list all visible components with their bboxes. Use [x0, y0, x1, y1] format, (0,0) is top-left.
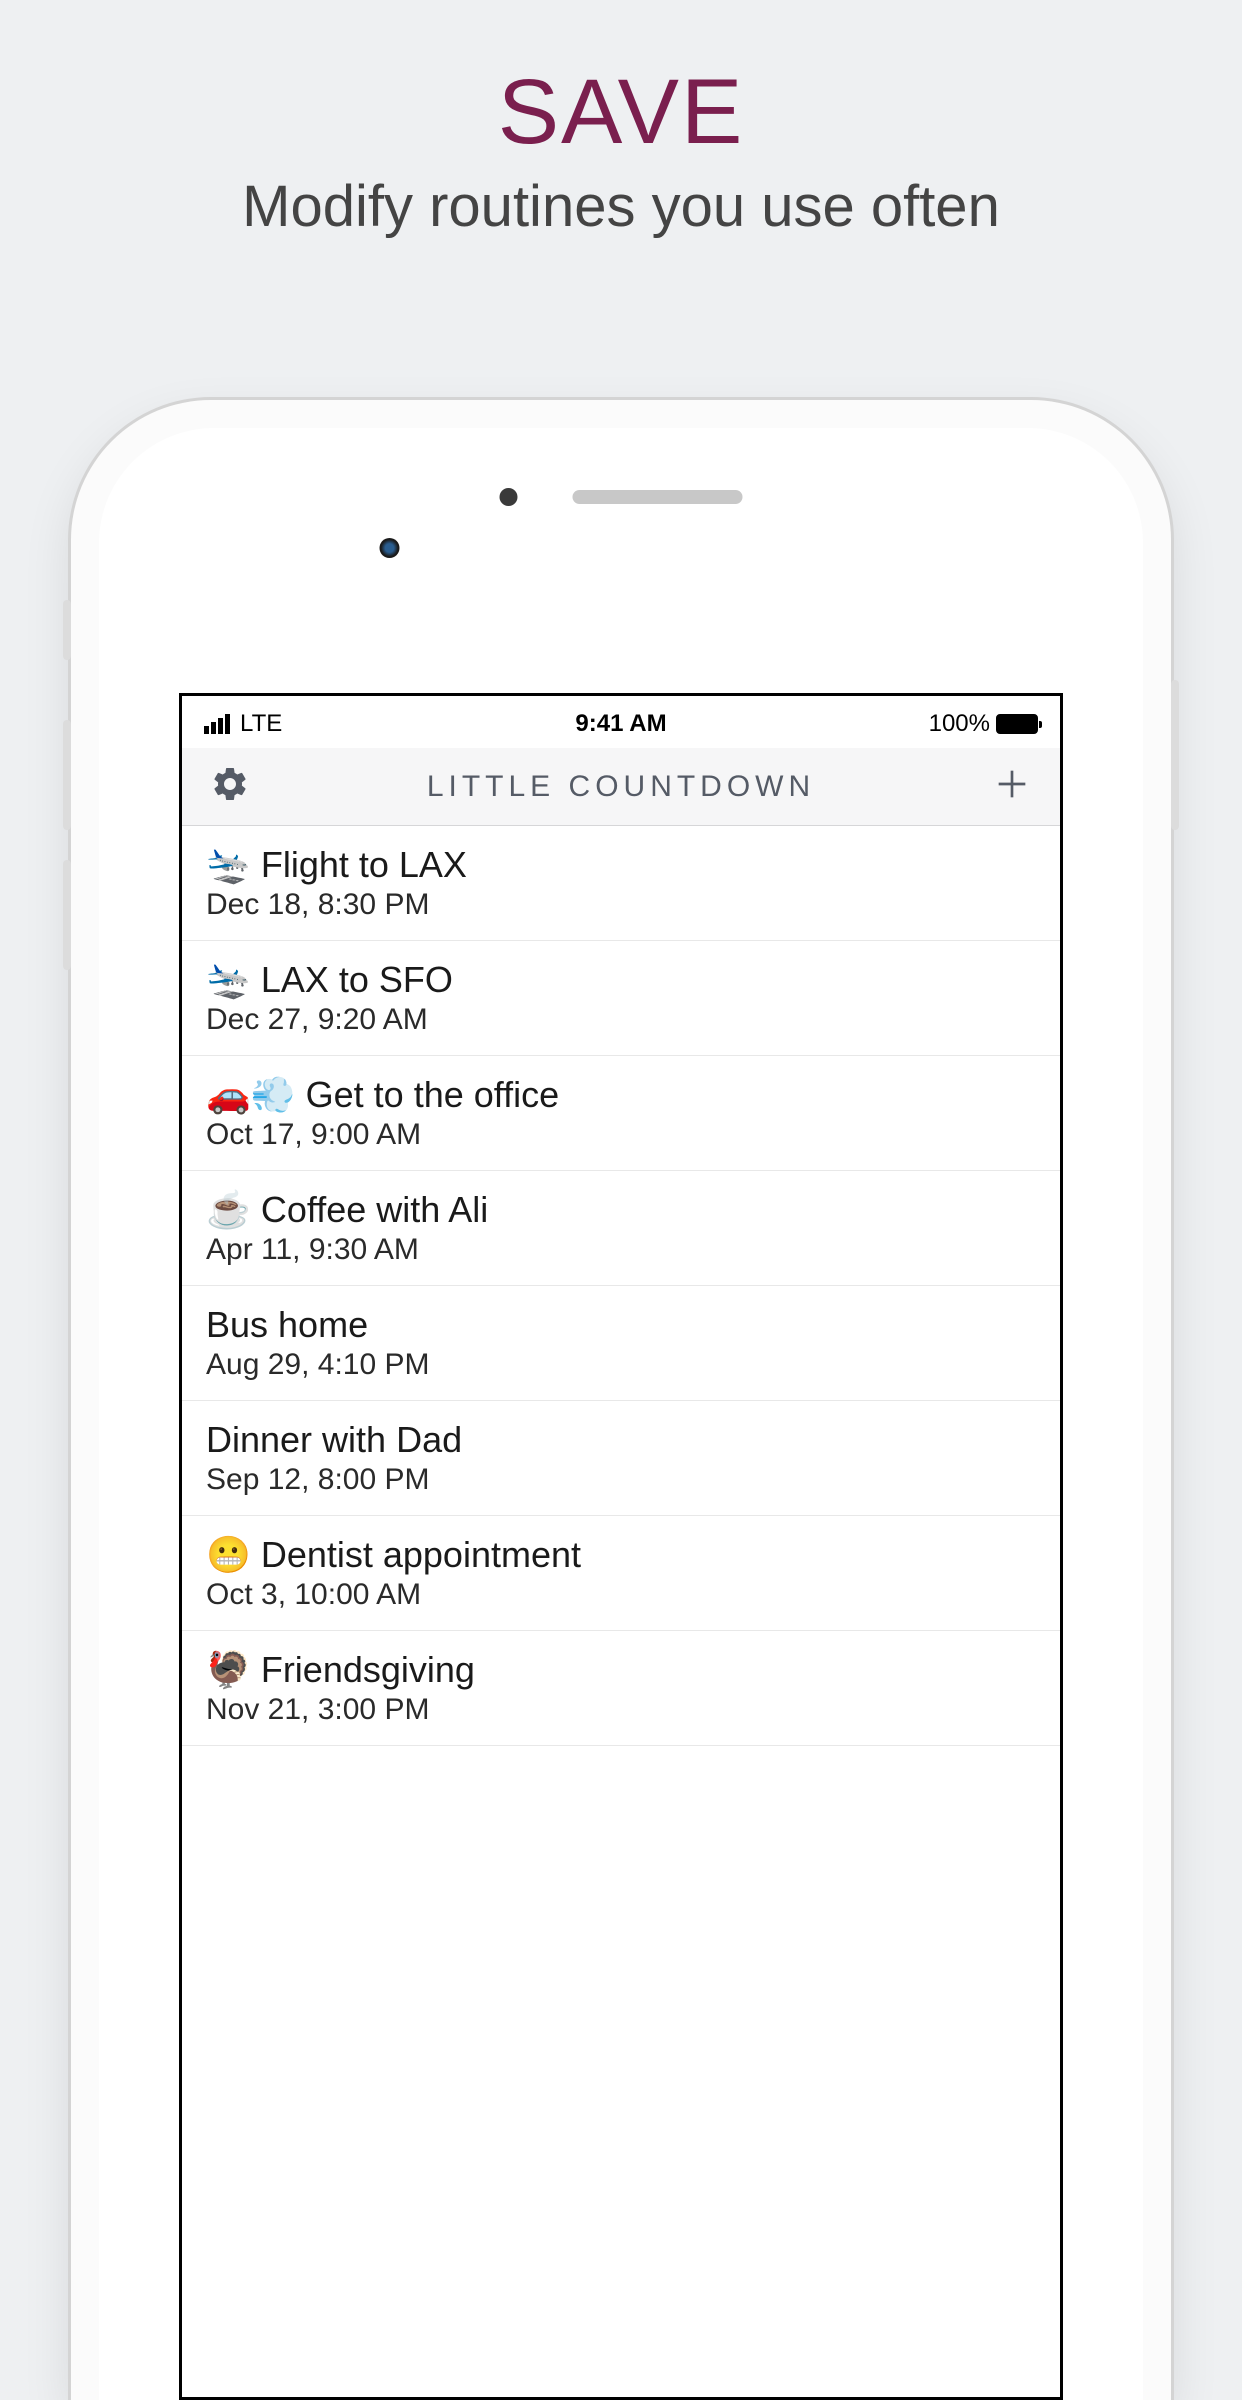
device-side-button	[63, 860, 71, 970]
screen: LTE 9:41 AM 100% LITTLE COUNTDOWN	[179, 693, 1063, 2400]
device-speaker	[573, 490, 743, 504]
status-right: 100%	[929, 710, 1038, 738]
gear-icon	[210, 764, 250, 804]
nav-title: LITTLE COUNTDOWN	[427, 770, 815, 804]
event-date: Apr 11, 9:30 AM	[206, 1233, 1036, 1267]
settings-button[interactable]	[210, 764, 250, 809]
battery-text: 100%	[929, 710, 990, 738]
device-frame: LTE 9:41 AM 100% LITTLE COUNTDOWN	[71, 400, 1171, 2400]
device-side-button	[63, 720, 71, 830]
list-item[interactable]: Bus homeAug 29, 4:10 PM	[182, 1286, 1060, 1401]
event-date: Oct 17, 9:00 AM	[206, 1118, 1036, 1152]
event-list: 🛬 Flight to LAXDec 18, 8:30 PM🛬 LAX to S…	[182, 826, 1060, 1746]
event-title: 🛬 LAX to SFO	[206, 959, 1036, 1001]
status-time: 9:41 AM	[575, 710, 666, 738]
status-bar: LTE 9:41 AM 100%	[182, 696, 1060, 748]
nav-bar: LITTLE COUNTDOWN	[182, 748, 1060, 826]
signal-icon	[204, 714, 230, 734]
device-notch	[500, 488, 743, 506]
event-title: 😬 Dentist appointment	[206, 1534, 1036, 1576]
event-title: ☕ Coffee with Ali	[206, 1189, 1036, 1231]
event-date: Dec 27, 9:20 AM	[206, 1003, 1036, 1037]
list-item[interactable]: 😬 Dentist appointmentOct 3, 10:00 AM	[182, 1516, 1060, 1631]
list-item[interactable]: 🛬 Flight to LAXDec 18, 8:30 PM	[182, 826, 1060, 941]
device-sensor	[500, 488, 518, 506]
list-item[interactable]: 🛬 LAX to SFODec 27, 9:20 AM	[182, 941, 1060, 1056]
status-left: LTE	[204, 710, 282, 738]
add-button[interactable]	[992, 764, 1032, 809]
event-title: Bus home	[206, 1304, 1036, 1346]
list-item[interactable]: 🦃 FriendsgivingNov 21, 3:00 PM	[182, 1631, 1060, 1746]
list-item[interactable]: ☕ Coffee with AliApr 11, 9:30 AM	[182, 1171, 1060, 1286]
device-camera	[380, 538, 400, 558]
event-title: 🚗💨 Get to the office	[206, 1074, 1036, 1116]
event-date: Nov 21, 3:00 PM	[206, 1693, 1036, 1727]
battery-icon	[996, 714, 1038, 734]
list-item[interactable]: Dinner with DadSep 12, 8:00 PM	[182, 1401, 1060, 1516]
device-side-button	[63, 600, 71, 660]
device-side-button	[1171, 680, 1179, 830]
plus-icon	[992, 764, 1032, 804]
carrier-label: LTE	[240, 710, 282, 738]
list-item[interactable]: 🚗💨 Get to the officeOct 17, 9:00 AM	[182, 1056, 1060, 1171]
promo-header: SAVE Modify routines you use often	[0, 0, 1242, 240]
device-inner: LTE 9:41 AM 100% LITTLE COUNTDOWN	[99, 428, 1143, 2400]
promo-title: SAVE	[0, 60, 1242, 165]
event-date: Aug 29, 4:10 PM	[206, 1348, 1036, 1382]
event-title: Dinner with Dad	[206, 1419, 1036, 1461]
event-date: Dec 18, 8:30 PM	[206, 888, 1036, 922]
event-title: 🛬 Flight to LAX	[206, 844, 1036, 886]
event-title: 🦃 Friendsgiving	[206, 1649, 1036, 1691]
promo-subtitle: Modify routines you use often	[0, 173, 1242, 240]
event-date: Sep 12, 8:00 PM	[206, 1463, 1036, 1497]
event-date: Oct 3, 10:00 AM	[206, 1578, 1036, 1612]
